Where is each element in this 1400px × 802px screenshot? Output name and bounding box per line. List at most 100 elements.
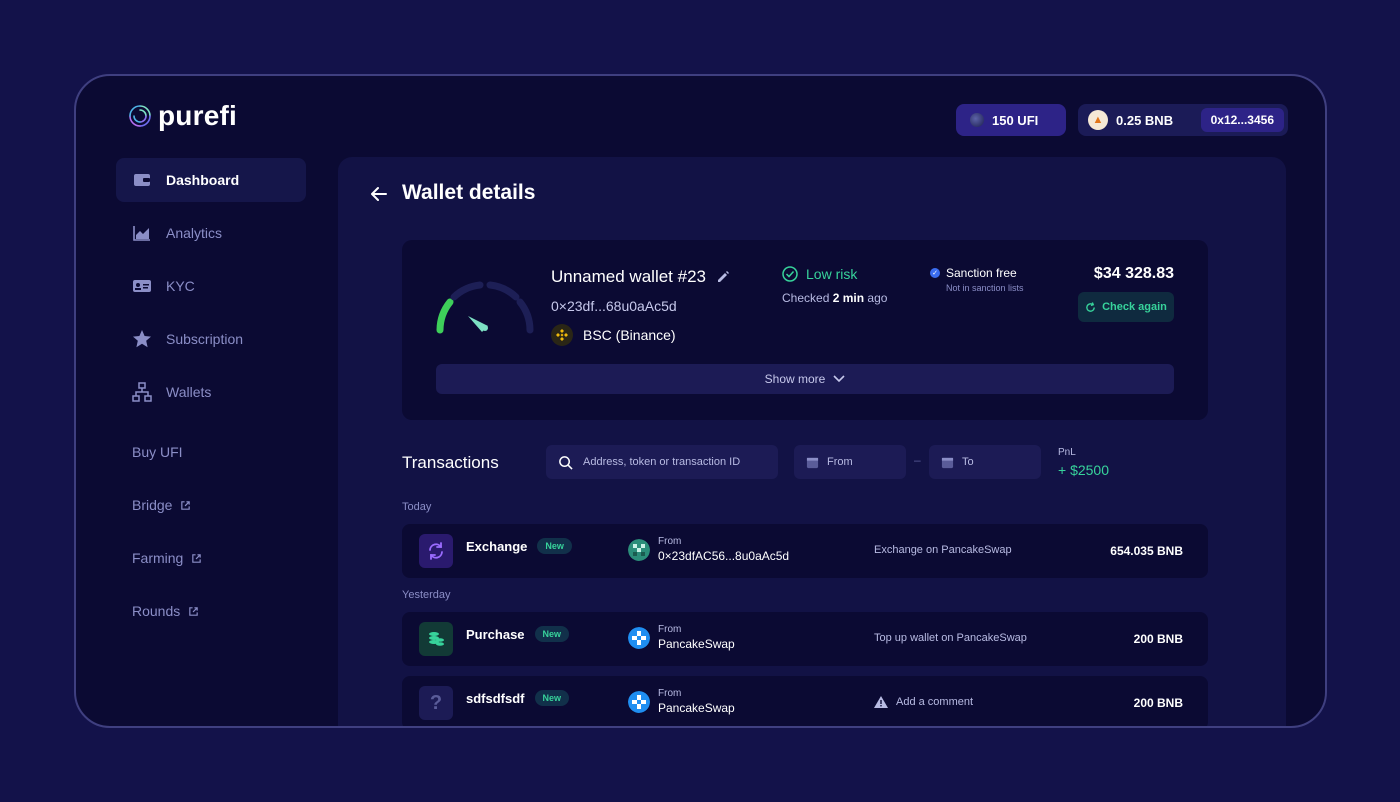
- sidebar-item-subscription[interactable]: Subscription: [116, 317, 306, 361]
- sidebar-link-rounds[interactable]: Rounds: [132, 603, 199, 619]
- warning-icon: [874, 696, 888, 708]
- day-group-label: Today: [402, 501, 432, 513]
- sidebar-link-label: Buy UFI: [132, 444, 183, 460]
- new-badge: New: [537, 538, 572, 554]
- sidebar-link-bridge[interactable]: Bridge: [132, 497, 191, 513]
- identicon-avatar: [628, 538, 650, 561]
- ufi-balance: 150 UFI: [992, 112, 1039, 128]
- new-badge: New: [534, 690, 570, 706]
- back-arrow-icon[interactable]: [368, 183, 390, 205]
- from-label: From: [658, 688, 682, 699]
- calendar-icon: [806, 457, 819, 468]
- risk-label: Low risk: [806, 266, 858, 282]
- external-link-icon: [189, 606, 199, 616]
- logo-text: purefi: [158, 100, 237, 131]
- sidebar-item-analytics[interactable]: Analytics: [116, 211, 306, 255]
- sidebar-link-buy-ufi[interactable]: Buy UFI: [132, 444, 183, 460]
- check-again-button[interactable]: Check again: [1078, 292, 1174, 322]
- sanction-label: Sanction free: [946, 266, 1017, 280]
- logo[interactable]: purefi: [128, 100, 237, 132]
- tx-name-label: Purchase: [466, 626, 525, 642]
- external-link-icon: [192, 553, 202, 563]
- sidebar-item-kyc[interactable]: KYC: [116, 264, 306, 308]
- account-address[interactable]: 0x12...3456: [1200, 108, 1284, 132]
- wallet-address: 0×23df...68u0aAc5d: [551, 298, 677, 314]
- bnb-balance: 0.25 BNB: [1116, 112, 1174, 128]
- check-again-label: Check again: [1102, 301, 1167, 313]
- search-input[interactable]: [583, 456, 763, 468]
- table-row[interactable]: Purchase New From PancakeSwap Top up wal…: [402, 612, 1208, 666]
- chain-row: BSC (Binance): [551, 324, 676, 346]
- external-link-icon: [181, 500, 191, 510]
- risk-gauge: [436, 281, 534, 334]
- wallet-name-row: Unnamed wallet #23: [551, 267, 730, 287]
- wallet-name: Unnamed wallet #23: [551, 267, 706, 286]
- tx-name-label: Exchange: [466, 538, 528, 554]
- tx-name: Exchange New: [466, 538, 572, 554]
- from-value: PancakeSwap: [658, 637, 735, 651]
- checked-value: 2 min: [832, 291, 865, 305]
- chart-icon: [132, 223, 152, 243]
- show-more-button[interactable]: Show more: [436, 364, 1174, 394]
- date-to-label: To: [962, 456, 974, 468]
- tx-from: From PancakeSwap: [628, 688, 735, 715]
- star-icon: [132, 329, 152, 349]
- check-circle-icon: [782, 266, 798, 282]
- verified-icon: ✓: [930, 268, 940, 278]
- sidebar-item-dashboard[interactable]: Dashboard: [116, 158, 306, 202]
- tx-description: Exchange on PancakeSwap: [874, 544, 1012, 556]
- pnl-value: + $2500: [1058, 462, 1109, 478]
- sidebar-item-label: Wallets: [166, 384, 212, 400]
- refresh-icon: [1086, 301, 1095, 312]
- ufi-balance-pill[interactable]: 150 UFI: [956, 104, 1066, 136]
- sidebar-link-label: Bridge: [132, 497, 173, 513]
- sidebar-link-label: Farming: [132, 550, 184, 566]
- pancakeswap-avatar: [628, 690, 650, 713]
- sidebar-item-wallets[interactable]: Wallets: [116, 370, 306, 414]
- date-to-field[interactable]: To: [929, 445, 1041, 479]
- checked-suffix: ago: [867, 291, 888, 305]
- table-row[interactable]: ? sdfsdfsdf New From PancakeSwap Add a c…: [402, 676, 1208, 726]
- question-icon: ?: [419, 686, 453, 720]
- show-more-label: Show more: [764, 372, 826, 386]
- tx-amount: 654.035 BNB: [1110, 544, 1183, 558]
- chevron-down-icon: [833, 375, 845, 383]
- table-row[interactable]: Exchange New From 0×23dfAC56...8u0aAc5d …: [402, 524, 1208, 578]
- account-pill[interactable]: ▲ 0.25 BNB 0x12...3456: [1078, 104, 1288, 136]
- from-label: From: [658, 536, 682, 547]
- tx-from: From PancakeSwap: [628, 624, 735, 651]
- date-from-field[interactable]: From: [794, 445, 906, 479]
- from-label: From: [658, 624, 682, 635]
- sidebar-link-label: Rounds: [132, 603, 181, 619]
- bnb-icon: [551, 324, 573, 346]
- sidebar-item-label: Subscription: [166, 331, 244, 347]
- main-panel: Wallet details Unnamed wallet #23 0×23df…: [338, 157, 1286, 726]
- page-title: Wallet details: [402, 181, 536, 204]
- add-comment-link[interactable]: Add a comment: [874, 696, 973, 708]
- tx-description-label: Exchange on PancakeSwap: [874, 544, 1012, 556]
- app-window: purefi 150 UFI ▲ 0.25 BNB 0x12...3456 Da…: [74, 74, 1327, 728]
- risk-status: Low risk: [782, 266, 857, 282]
- search-box[interactable]: [546, 445, 778, 479]
- exchange-icon: [419, 534, 453, 568]
- metamask-icon: ▲: [1088, 110, 1108, 130]
- date-from-label: From: [827, 456, 853, 468]
- calendar-icon: [941, 457, 954, 468]
- sidebar-link-farming[interactable]: Farming: [132, 550, 202, 566]
- sanction-status: ✓ Sanction free: [930, 266, 1017, 280]
- edit-icon[interactable]: [716, 270, 730, 284]
- sidebar-item-label: KYC: [166, 278, 195, 294]
- tx-description: Top up wallet on PancakeSwap: [874, 632, 1027, 644]
- tx-name-label: sdfsdfsdf: [466, 690, 525, 706]
- pancakeswap-avatar: [628, 626, 650, 649]
- wallet-card: Unnamed wallet #23 0×23df...68u0aAc5d BS…: [402, 240, 1208, 420]
- tx-from: From 0×23dfAC56...8u0aAc5d: [628, 536, 789, 563]
- chain-name: BSC (Binance): [583, 327, 676, 343]
- tx-name: sdfsdfsdf New: [466, 690, 570, 706]
- day-group-label: Yesterday: [402, 589, 451, 601]
- id-card-icon: [132, 276, 152, 296]
- search-icon: [559, 455, 573, 470]
- new-badge: New: [534, 626, 570, 642]
- tx-description-label: Top up wallet on PancakeSwap: [874, 632, 1027, 644]
- hierarchy-icon: [132, 382, 152, 402]
